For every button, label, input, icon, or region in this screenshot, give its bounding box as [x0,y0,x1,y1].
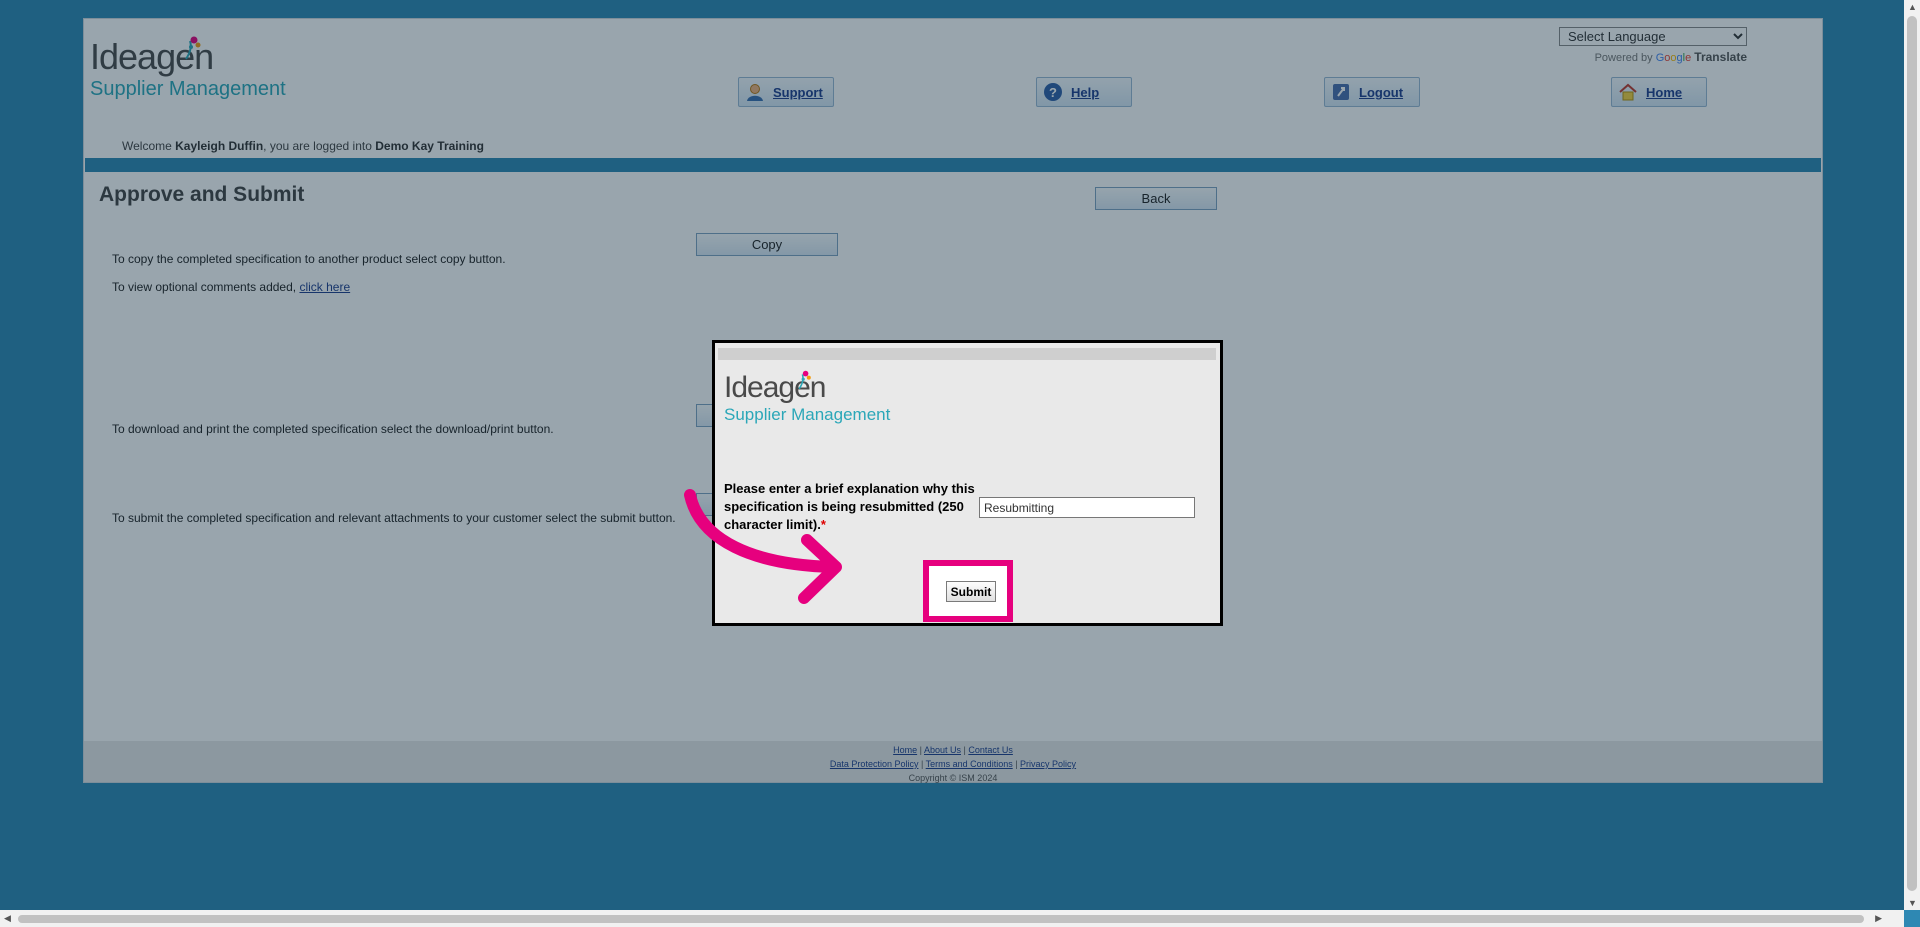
horizontal-scroll-thumb[interactable] [18,915,1864,923]
scroll-down-icon[interactable]: ▼ [1908,898,1917,908]
scroll-up-icon[interactable]: ▲ [1908,2,1917,12]
dialog-logo: Ideagen Supplier Management [724,370,891,424]
explanation-input[interactable] [979,497,1195,518]
submit-highlight: Submit [923,560,1013,622]
vertical-scrollbar[interactable]: ▲ ▼ [1904,0,1920,910]
logo-mark-icon [798,370,811,390]
scroll-right-icon[interactable]: ▶ [1875,913,1882,924]
vertical-scroll-thumb[interactable] [1907,16,1917,891]
callout-arrow-icon [684,489,842,604]
scroll-left-icon[interactable]: ◀ [4,913,11,924]
dialog-titlebar [718,348,1216,360]
horizontal-scrollbar[interactable]: ◀ ▶ [0,910,1904,927]
submit-button[interactable]: Submit [946,581,996,602]
